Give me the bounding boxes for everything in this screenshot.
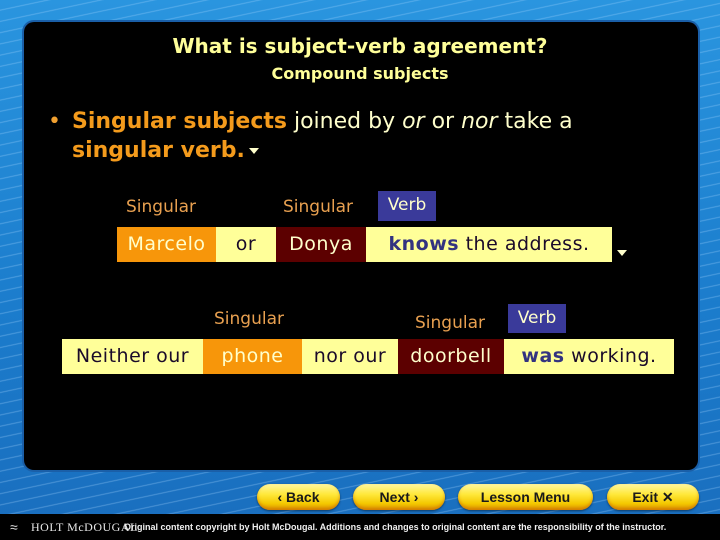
dropdown-arrow-icon[interactable]: [617, 250, 627, 256]
label-singular-1: Singular: [126, 197, 196, 217]
label-singular-4: Singular: [415, 313, 485, 333]
subject-box: Donya: [276, 227, 366, 262]
subject-box: phone: [203, 339, 302, 374]
verb-badge: Verb: [378, 191, 436, 221]
lesson-menu-button[interactable]: Lesson Menu: [458, 484, 593, 510]
next-button[interactable]: Next ›: [353, 484, 445, 510]
bullet-emphasis-1: Singular subjects: [72, 109, 287, 134]
bullet-text: Singular subjects joined by or or nor ta…: [72, 107, 672, 165]
back-button[interactable]: ‹ Back: [257, 484, 340, 510]
predicate-box: was working.: [504, 339, 674, 374]
slide-subtitle: Compound subjects: [271, 64, 449, 83]
footer-bar: ≈ HOLT McDOUGAL Original content copyrig…: [0, 514, 720, 540]
bullet-text-6: take a: [497, 109, 573, 134]
label-singular-2: Singular: [283, 197, 353, 217]
bullet-marker: •: [48, 109, 61, 134]
subject-box: doorbell: [398, 339, 504, 374]
bullet-italic-or: or: [402, 109, 425, 134]
publisher-logo-text: HOLT McDOUGAL: [31, 520, 138, 534]
verb-word: was: [521, 345, 565, 367]
conjunction-box: or: [216, 227, 276, 262]
dropdown-arrow-icon[interactable]: [248, 148, 259, 154]
bullet-italic-nor: nor: [461, 109, 498, 134]
predicate-rest: working.: [564, 345, 657, 367]
conjunction-box: nor our: [302, 339, 398, 374]
label-singular-3: Singular: [214, 309, 284, 329]
predicate-box: knows the address.: [366, 227, 612, 262]
exit-button[interactable]: Exit ✕: [607, 484, 699, 510]
predicate-rest: the address.: [459, 233, 590, 255]
verb-badge: Verb: [508, 304, 566, 333]
bullet-text-4: or: [424, 109, 462, 134]
conjunction-box: Neither our: [62, 339, 203, 374]
slide-title: What is subject-verb agreement?: [172, 34, 548, 58]
copyright-notice: Original content copyright by Holt McDou…: [124, 522, 667, 532]
verb-word: knows: [388, 233, 460, 255]
bullet-emphasis-2: singular verb.: [72, 138, 245, 163]
subject-box: Marcelo: [117, 227, 216, 262]
bullet-text-2: joined by: [286, 109, 403, 134]
dolphin-logo-icon: ≈: [10, 519, 18, 535]
